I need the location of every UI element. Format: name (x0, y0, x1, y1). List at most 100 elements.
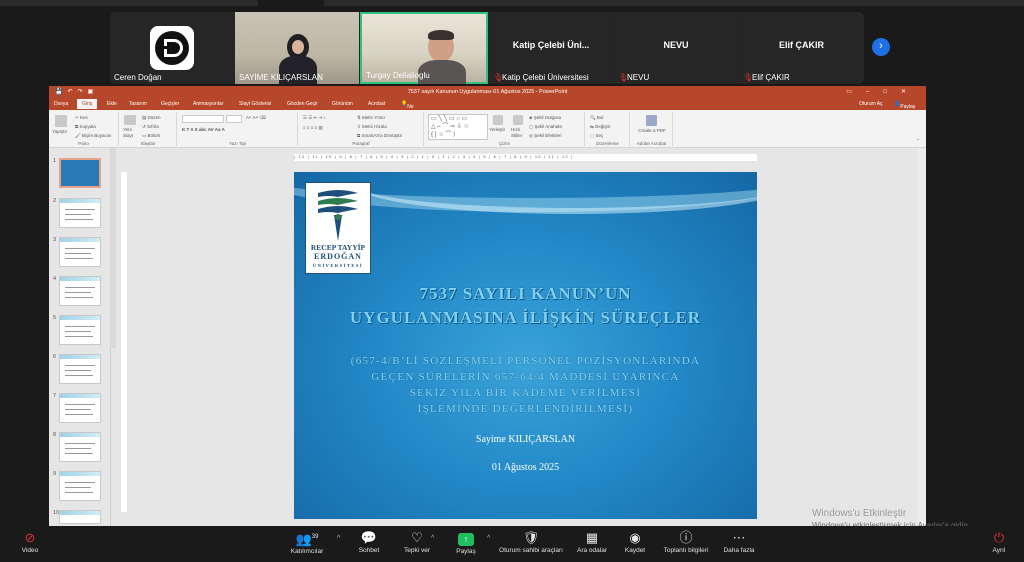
record-button[interactable]: ◉ Kaydet (622, 530, 648, 554)
reset-button[interactable]: ↺ Sıfırla (142, 124, 159, 130)
slide-thumbnail[interactable] (59, 432, 101, 462)
align-buttons-icon[interactable]: ≡ ≡ ≡ ≡ ▥ (303, 125, 323, 131)
format-buttons-icon[interactable]: K T A S abc AV Aa A (182, 127, 225, 132)
align-text-button[interactable]: ⇳ Metni Hizala (357, 124, 387, 130)
menu-gozden-gecir[interactable]: Gözden Geçir (287, 101, 318, 107)
current-slide[interactable]: RECEP TAYYİP ERDOĞAN ÜNİVERSİTESİ 7537 S… (294, 172, 757, 519)
meeting-info-button[interactable]: ⓘ Toplantı bilgileri (660, 530, 712, 554)
slide-number: 2 (53, 198, 57, 204)
group-label: Paragraf (352, 141, 370, 146)
select-button[interactable]: ⬚ Seç (590, 133, 603, 139)
more-icon: ⋯ (732, 530, 746, 545)
participant-name: Elif ÇAKIR (752, 73, 790, 82)
info-icon: ⓘ (679, 530, 693, 545)
paste-icon[interactable] (55, 115, 67, 127)
font-name-select[interactable] (182, 115, 224, 123)
breakout-rooms-button[interactable]: ▦ Ara odalar (573, 530, 611, 554)
create-pdf-icon[interactable] (646, 115, 657, 126)
tell-me-search[interactable]: 💡 Ne yapmak istediğinizi söyleyin... (401, 101, 430, 128)
ribbon-group-duzenleme: 🔍 Bul ⇆ Değiştir ⬚ Seç Düzenleme (586, 112, 630, 146)
more-button[interactable]: ⋯ Daha fazla (721, 530, 757, 554)
slide-thumbnail[interactable] (59, 276, 101, 306)
leave-button[interactable]: ⏻ Ayrıl (988, 530, 1010, 554)
menu-dosya[interactable]: Dosya (54, 101, 68, 107)
participant-display-name: NEVU (663, 40, 689, 50)
menu-slayt-gosterisi[interactable]: Slayt Gösterisi (239, 101, 271, 107)
slide-number: 4 (53, 276, 57, 282)
share-button[interactable]: ↑ Paylaş (452, 530, 480, 555)
new-slide-icon[interactable] (124, 115, 136, 125)
share-screen-icon: ↑ (452, 530, 480, 546)
group-label: Pano (78, 141, 89, 146)
ribbon-group-adobe: Create a PDF Adobe Acrobat (631, 112, 673, 146)
chevron-up-icon: ^ (487, 535, 491, 542)
menu-giris[interactable]: Giriş (77, 99, 98, 109)
slide-thumbnail[interactable] (59, 471, 101, 501)
slide-title-line: UYGULANMASINA İLİŞKİN SÜREÇLER (349, 308, 702, 327)
group-label: Slaytlar (140, 141, 156, 146)
quick-styles-icon[interactable] (513, 115, 523, 125)
host-tools-button[interactable]: 🛡 Oturum sahibi araçları (497, 530, 565, 554)
top-gutter (324, 0, 1024, 6)
menu-tasarim[interactable]: Tasarım (129, 101, 147, 107)
editor-scrollbar[interactable] (918, 148, 926, 526)
menu-gorunum[interactable]: Görünüm (332, 101, 353, 107)
ppt-share-button[interactable]: 👤 Paylaş (894, 101, 915, 110)
slide-thumbnail[interactable] (59, 510, 101, 524)
participant-tile[interactable]: Katip Çelebi Üni... 🎙Katip Çelebi Üniver… (489, 12, 613, 84)
cut-button[interactable]: ✂ Kes (75, 115, 88, 121)
create-pdf-label: Create a PDF (638, 128, 666, 133)
list-buttons-icon[interactable]: ☰ ☰ ⇤ ⇥ ↕ (303, 115, 326, 121)
shape-fill-button[interactable]: ◈ Şekil Dolgusu (529, 115, 561, 121)
logo-text: ÜNİVERSİTESİ (312, 263, 364, 268)
slide-thumbnail[interactable] (59, 237, 101, 267)
participant-tile[interactable]: NEVU 🎙NEVU (614, 12, 738, 84)
layout-button[interactable]: ▤ Düzen (142, 115, 161, 121)
chevron-up-icon: ^ (431, 535, 435, 542)
reactions-button[interactable]: ♡ Tepki ver (401, 530, 433, 554)
participant-name: SAYİME KILIÇARSLAN (239, 73, 323, 82)
font-size-buttons-icon[interactable]: A˄ A˅ ⌫ (246, 115, 266, 121)
ribbon-group-cizim: ▭ ╲ ╲ ▭ ○ ▭ △ ⌐ ⌒ ⇨ ⇩ ☆{ } ☆ ⌒ ⟩ Yerleşti… (425, 112, 585, 146)
ppt-workarea: 1 2 3 4 5 6 7 8 9 10 | 12 | 11 | 10 | 9 … (49, 148, 926, 526)
slide-thumbnail[interactable] (59, 198, 101, 228)
menu-ekle[interactable]: Ekle (107, 101, 117, 107)
sign-in-link[interactable]: Oturum Aç (859, 101, 883, 107)
copy-button[interactable]: ⧉ Kopyala (75, 124, 96, 129)
mic-muted-icon: 🎙 (743, 73, 754, 82)
shape-effects-button[interactable]: ◎ Şekil Efektleri (529, 133, 561, 139)
font-size-select[interactable] (226, 115, 242, 123)
record-icon: ◉ (629, 530, 641, 545)
participants-button[interactable]: 👥39 Katılımcılar (286, 530, 328, 555)
participant-tile[interactable]: Elif ÇAKIR 🎙Elif ÇAKIR (739, 12, 864, 84)
thumbnails-scrollbar[interactable] (110, 148, 116, 348)
video-button[interactable]: ⊘ Video (12, 530, 48, 554)
chat-button[interactable]: 💬 Sohbet (354, 530, 384, 554)
format-painter-button[interactable]: 🖌 Biçim Boyacısı (75, 133, 111, 139)
slide-thumbnail[interactable] (59, 393, 101, 423)
slide-thumbnail[interactable] (59, 158, 101, 188)
arrange-icon[interactable] (493, 115, 503, 125)
find-button[interactable]: 🔍 Bul (590, 115, 603, 121)
menu-animasyonlar[interactable]: Animasyonlar (193, 101, 223, 107)
shape-outline-button[interactable]: ▢ Şekil Anahattı (529, 124, 562, 130)
next-page-chevron-icon[interactable]: › (872, 38, 890, 56)
replace-button[interactable]: ⇆ Değiştir (590, 124, 610, 130)
leave-icon: ⏻ (993, 530, 1005, 545)
participant-tile[interactable]: SAYİME KILIÇARSLAN (235, 12, 359, 84)
slide-number: 8 (53, 432, 57, 438)
mic-muted-icon: 🎙 (493, 73, 504, 82)
smartart-button[interactable]: ⧉ SmartArt'a Dönüştür (357, 133, 402, 138)
participant-tile[interactable]: Ceren Doğan (110, 12, 234, 84)
menu-gecisler[interactable]: Geçişler (161, 101, 179, 107)
shapes-gallery[interactable]: ▭ ╲ ╲ ▭ ○ ▭ △ ⌐ ⌒ ⇨ ⇩ ☆{ } ☆ ⌒ ⟩ (428, 114, 488, 140)
menu-acrobat[interactable]: Acrobat (368, 101, 385, 107)
section-button[interactable]: ▭ Bölüm (142, 133, 160, 139)
slide-thumbnail[interactable] (59, 315, 101, 345)
text-direction-button[interactable]: ⇅ Metin Yönü (357, 115, 385, 121)
participant-tile[interactable]: Turgay Delialioglu (360, 12, 488, 84)
paste-label: Yapıştır (52, 129, 68, 134)
slide-subtitle-line: (657-4/B’Lİ SÖZLEŞMELİ PERSONEL POZİSYON… (350, 355, 701, 367)
slide-thumbnail[interactable] (59, 354, 101, 384)
collapse-ribbon-icon[interactable]: ⌃ (916, 138, 920, 144)
